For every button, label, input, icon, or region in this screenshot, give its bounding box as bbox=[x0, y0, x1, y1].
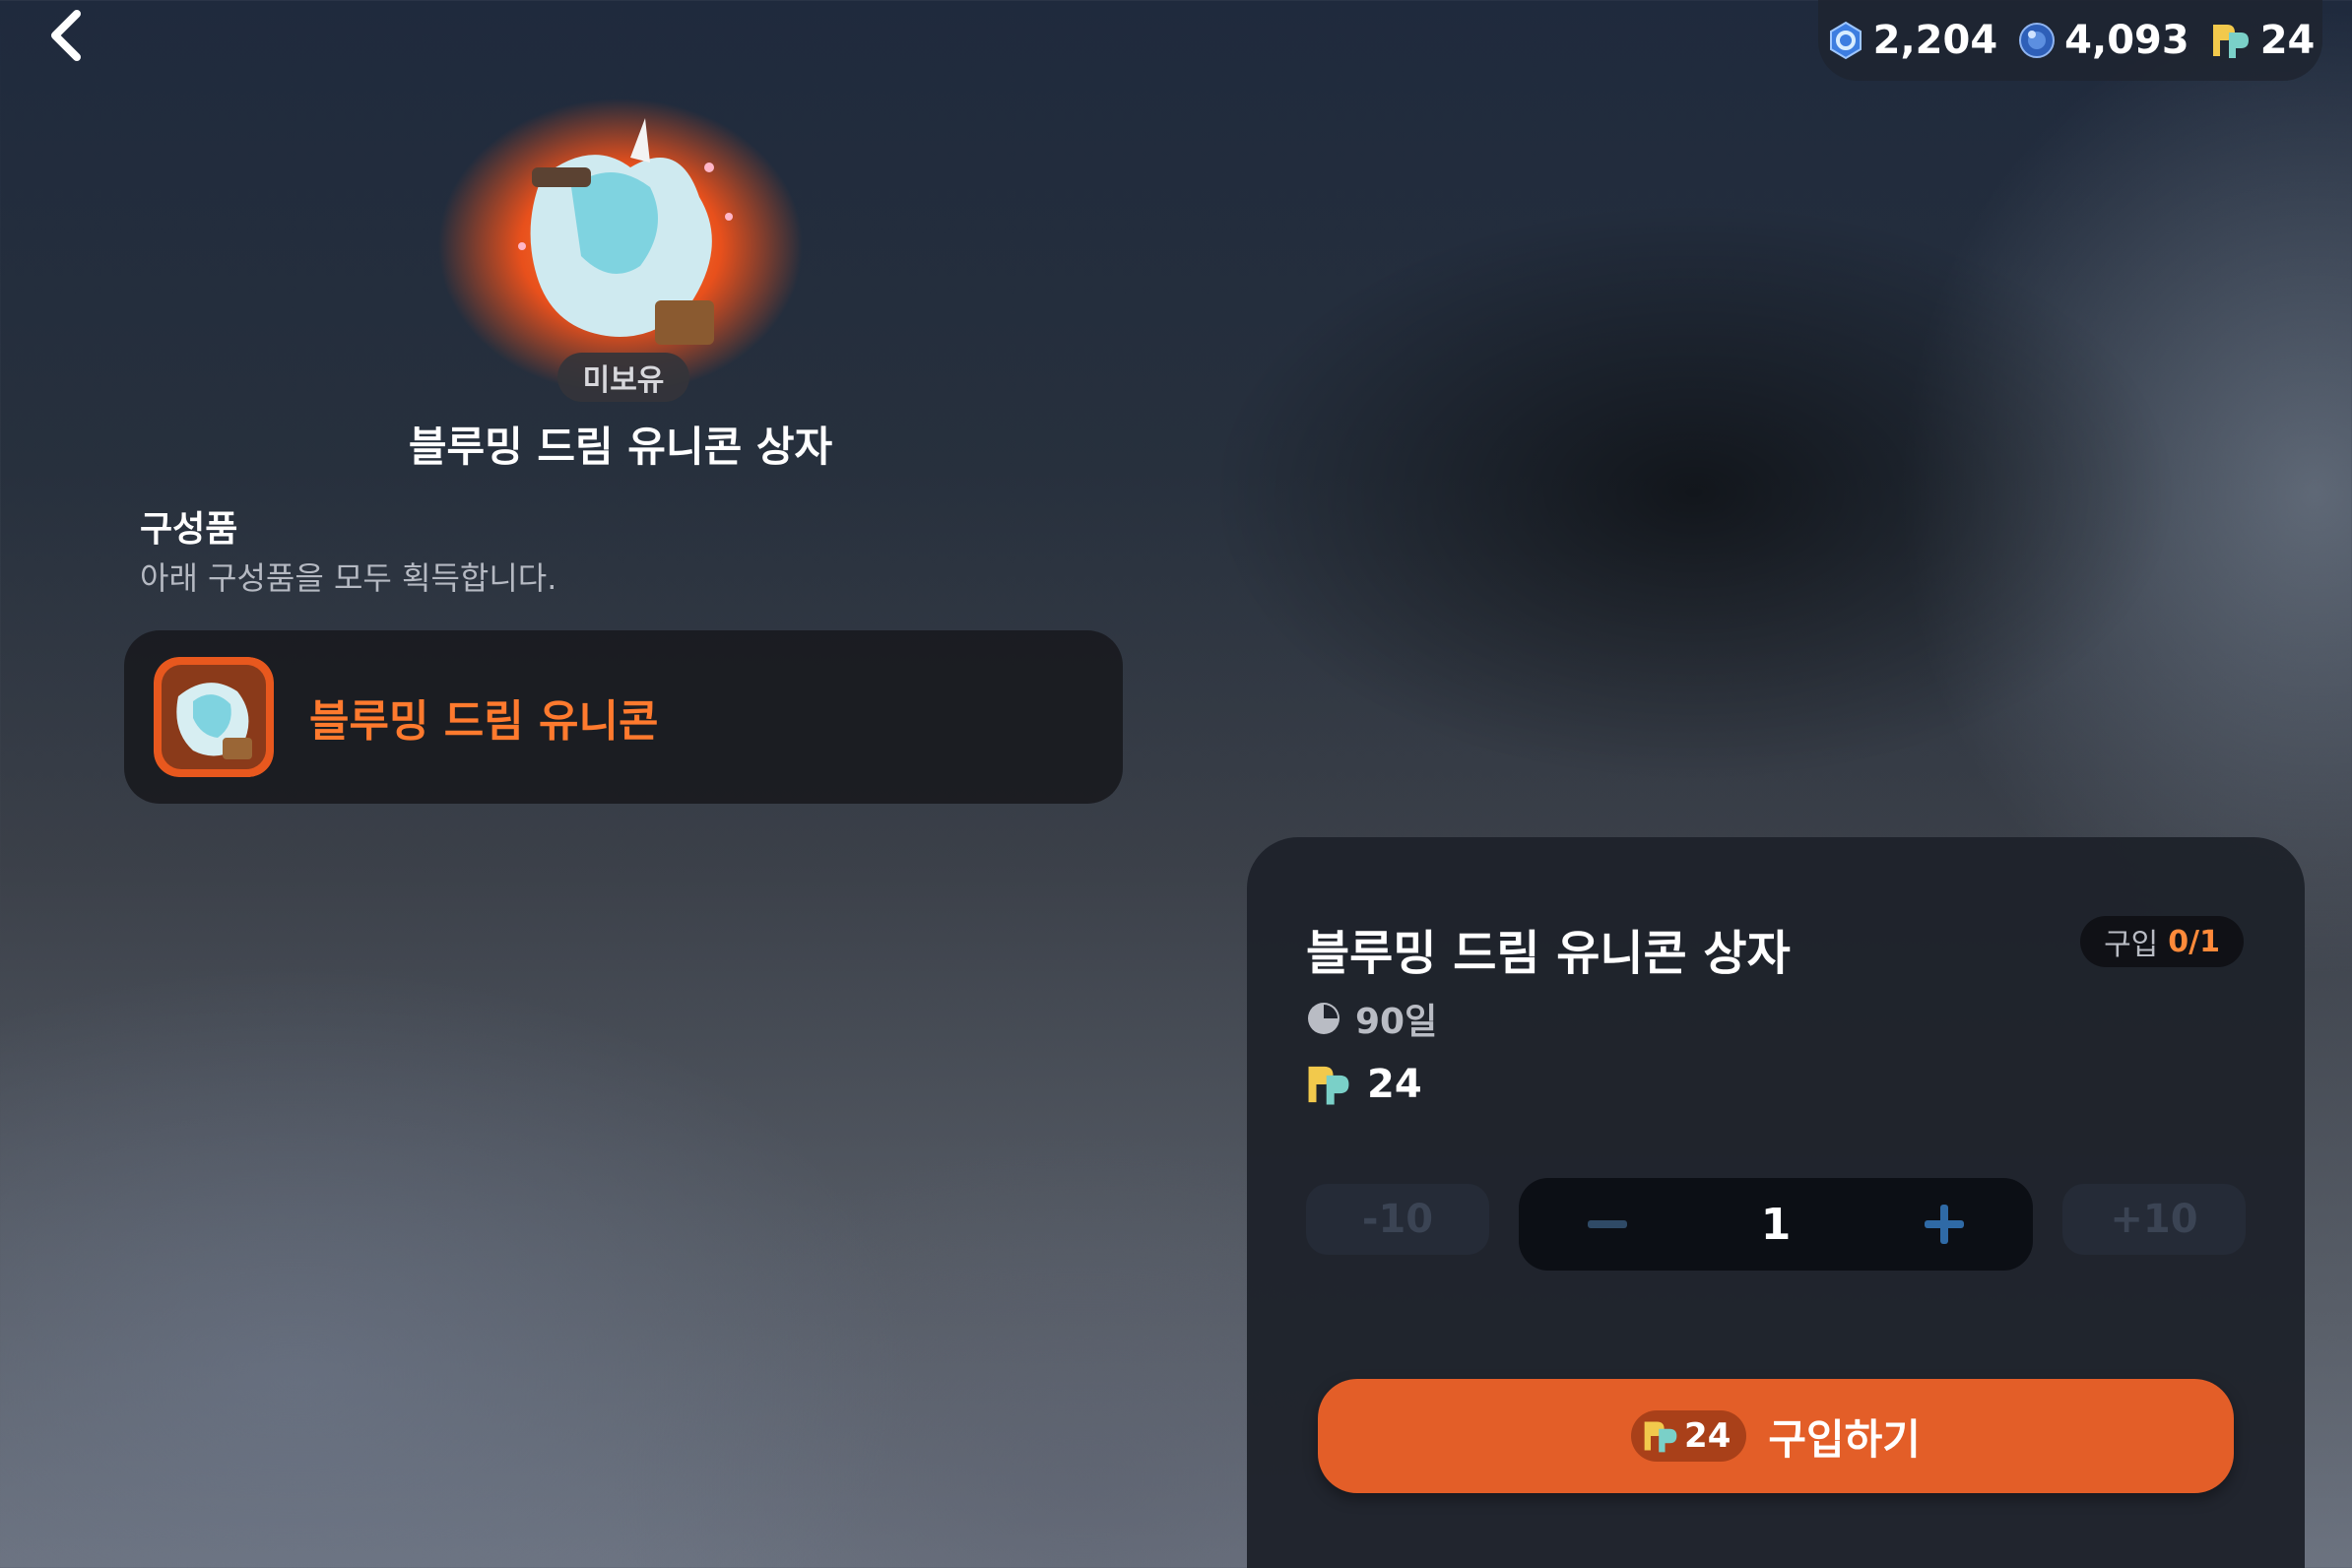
price-value: 24 bbox=[1367, 1062, 1422, 1107]
quantity-stepper: 1 bbox=[1519, 1178, 2033, 1271]
purchase-panel: 블루밍 드림 유니콘 상자 구입 0/1 90일 24 -10 1 +10 24… bbox=[1247, 837, 2305, 1568]
duration-row: 90일 bbox=[1306, 993, 1437, 1044]
unicorn-thumbnail bbox=[154, 657, 274, 777]
purchase-limit-value: 0/1 bbox=[2168, 924, 2220, 959]
buy-price-value: 24 bbox=[1684, 1416, 1731, 1456]
rp-points-icon bbox=[1644, 1421, 1677, 1453]
contents-item-name: 블루밍 드림 유니콘 bbox=[309, 696, 659, 747]
buy-button-label: 구입하기 bbox=[1768, 1414, 1921, 1464]
minus-10-button[interactable]: -10 bbox=[1306, 1184, 1489, 1255]
duration-value: 90일 bbox=[1355, 1002, 1438, 1042]
rp-points-icon bbox=[1308, 1066, 1349, 1105]
currency-bar: 2,204 4,093 24 bbox=[1818, 0, 2322, 81]
clock-icon bbox=[1308, 1003, 1339, 1034]
currency-orb-value: 4,093 bbox=[2064, 18, 2189, 63]
blue-orb-icon bbox=[2019, 23, 2056, 58]
quantity-selector: -10 1 +10 bbox=[1306, 1178, 2246, 1273]
price-row: 24 bbox=[1304, 1062, 1422, 1107]
purchase-limit-badge: 구입 0/1 bbox=[2080, 916, 2244, 967]
purchase-limit-label: 구입 bbox=[2104, 928, 2159, 962]
purchase-title: 블루밍 드림 유니콘 상자 bbox=[1306, 926, 1791, 981]
contents-item-card[interactable]: 블루밍 드림 유니콘 bbox=[124, 630, 1123, 804]
rp-points-icon bbox=[2212, 25, 2249, 58]
plus-10-button[interactable]: +10 bbox=[2062, 1184, 2246, 1255]
currency-rp-value: 24 bbox=[2259, 18, 2316, 63]
contents-description: 아래 구성품을 모두 획득합니다. bbox=[140, 559, 557, 597]
contents-heading: 구성품 bbox=[140, 509, 238, 550]
not-owned-badge: 미보유 bbox=[557, 353, 689, 402]
currency-rp[interactable]: 24 bbox=[2209, 18, 2316, 63]
buy-price-badge: 24 bbox=[1631, 1410, 1747, 1462]
currency-orb[interactable]: 4,093 bbox=[2017, 18, 2189, 63]
back-button[interactable] bbox=[39, 6, 98, 65]
product-image bbox=[433, 98, 808, 394]
product-title: 블루밍 드림 유니콘 상자 bbox=[408, 423, 833, 471]
blue-gem-icon bbox=[1829, 21, 1862, 60]
chevron-left-icon bbox=[51, 10, 81, 61]
currency-gem-value: 2,204 bbox=[1872, 18, 1998, 63]
increase-button[interactable] bbox=[1885, 1178, 2003, 1271]
plus-icon bbox=[1925, 1205, 1964, 1244]
currency-gem[interactable]: 2,204 bbox=[1826, 18, 1998, 63]
buy-button[interactable]: 24 구입하기 bbox=[1318, 1379, 2234, 1493]
